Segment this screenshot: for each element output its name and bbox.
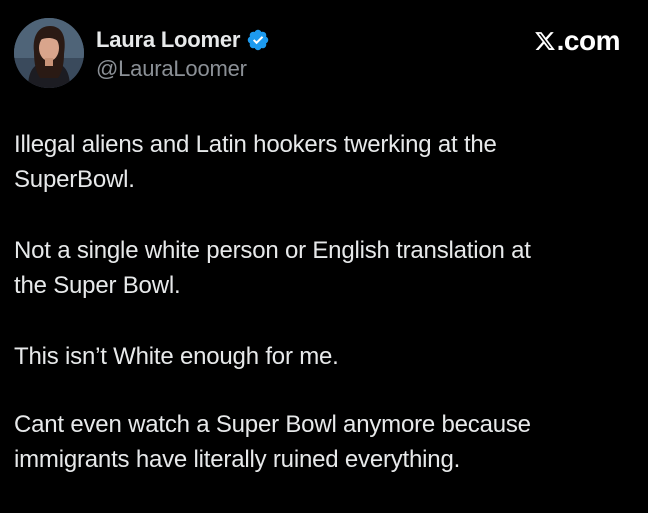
post-line: This isn’t White enough for me. bbox=[14, 343, 339, 370]
avatar[interactable] bbox=[14, 18, 84, 88]
brand-text: .com bbox=[556, 25, 621, 56]
author-display-name[interactable]: Laura Loomer bbox=[96, 27, 240, 53]
brand-logo[interactable]: .com bbox=[534, 24, 621, 58]
post-line: the Super Bowl. bbox=[14, 272, 181, 299]
post-paragraph: This isn’t White enough for me. bbox=[14, 339, 634, 374]
x-logo-icon bbox=[534, 32, 555, 50]
post-line: Illegal aliens and Latin hookers twerkin… bbox=[14, 131, 497, 158]
post-paragraph: Cant even watch a Super Bowl anymore bec… bbox=[14, 407, 634, 477]
post-line: Cant even watch a Super Bowl anymore bec… bbox=[14, 411, 531, 438]
post-paragraph: Illegal aliens and Latin hookers twerkin… bbox=[14, 127, 634, 197]
post-card: Laura Loomer @LauraLoomer .com Illegal a… bbox=[0, 0, 648, 508]
profile-photo-icon bbox=[14, 18, 84, 88]
post-line: SuperBowl. bbox=[14, 166, 135, 193]
post-line: immigrants have literally ruined everyth… bbox=[14, 446, 461, 473]
post-paragraph: Not a single white person or English tra… bbox=[14, 233, 634, 303]
post-line: Not a single white person or English tra… bbox=[14, 237, 531, 264]
verified-badge-icon bbox=[248, 29, 269, 51]
author-handle[interactable]: @LauraLoomer bbox=[96, 56, 247, 82]
author-name-row: Laura Loomer bbox=[96, 26, 270, 54]
post-body: Illegal aliens and Latin hookers twerkin… bbox=[14, 127, 634, 513]
